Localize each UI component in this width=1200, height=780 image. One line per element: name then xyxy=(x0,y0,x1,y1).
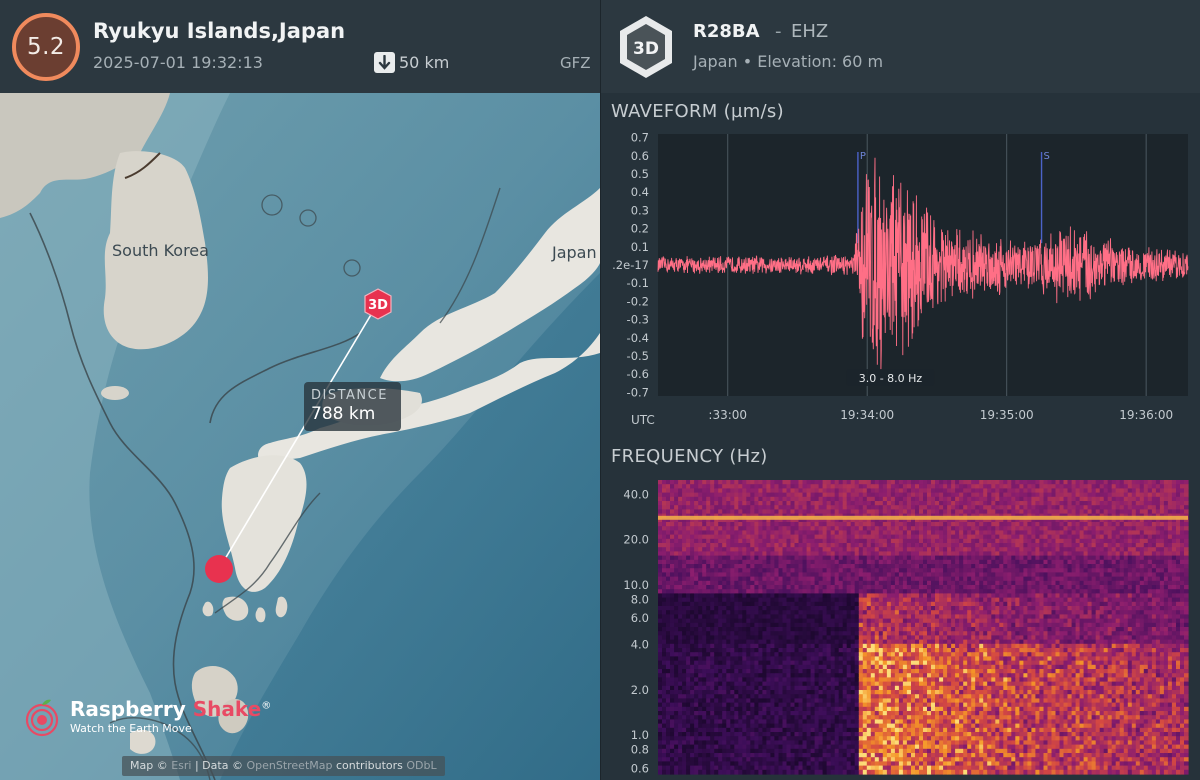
spectrogram-cells xyxy=(658,480,1189,775)
spectrogram-y-tick-label: 0.6 xyxy=(631,761,649,775)
map-label-japan: Japan xyxy=(552,243,597,262)
waveform-y-tick-label: 0.5 xyxy=(631,167,649,181)
waveform-x-tick-label: 19:36:00 xyxy=(1119,408,1173,422)
station-panel: 3D R28BA - EHZ Japan • Elevation: 60 m W… xyxy=(601,0,1200,780)
waveform-y-tick-label: 0.6 xyxy=(631,149,649,163)
spectrogram-y-tick-label: 0.8 xyxy=(631,743,649,757)
station-code: R28BA xyxy=(693,21,760,42)
phase-arrival-label: P xyxy=(860,151,866,162)
waveform-x-tick-label: 19:35:00 xyxy=(980,408,1034,422)
attribution-license-link[interactable]: ODbL xyxy=(406,759,436,772)
waveform-title: WAVEFORM (µm/s) xyxy=(611,101,784,122)
spectrogram-y-tick-label: 4.0 xyxy=(631,638,649,652)
waveform-y-tick-label: -0.5 xyxy=(627,349,649,363)
depth-value: 50 km xyxy=(399,53,450,72)
waveform-utc-label: UTC xyxy=(631,413,655,427)
agency-label: GFZ xyxy=(560,54,591,72)
magnitude-value: 5.2 xyxy=(26,34,66,60)
station-location: Japan • Elevation: 60 m xyxy=(693,52,884,71)
epicenter-marker xyxy=(205,555,233,583)
station-badge-label: 3D xyxy=(633,39,659,59)
waveform-y-tick-label: 0.2 xyxy=(631,222,649,236)
waveform-chart[interactable]: :33:00 19:34:00 19:35:00 19:36:00 UTC 0.7 0.6 0… xyxy=(601,128,1200,428)
spectrogram-y-tick-label: 8.0 xyxy=(631,592,649,606)
attribution-data-link[interactable]: OpenStreetMap xyxy=(246,759,332,772)
waveform-y-tick-label: 0.7 xyxy=(631,131,649,145)
waveform-x-tick-label: 19:34:00 xyxy=(840,408,894,422)
waveform-y-tick-label: -0.2 xyxy=(627,294,649,308)
filter-label: 3.0 - 8.0 Hz xyxy=(859,372,923,385)
waveform-y-tick-label: 0.1 xyxy=(631,240,649,254)
map-canvas: 3D xyxy=(0,93,600,780)
phase-arrival-label: S xyxy=(1044,151,1050,162)
spectrogram-chart[interactable]: 40.0 20.0 10.08.0 6.0 4.0 2.0 1.00.8 0.6 xyxy=(601,474,1200,780)
waveform-y-tick-label: -0.1 xyxy=(627,276,649,290)
attribution-map-link[interactable]: Esri xyxy=(171,759,191,772)
raspberry-shake-logo[interactable]: Raspberry Shake® Watch the Earth Move xyxy=(22,697,271,737)
spectrogram-y-tick-label: 1.0 xyxy=(631,728,649,742)
spectrogram-y-tick-label: 40.0 xyxy=(623,488,649,502)
frequency-title: FREQUENCY (Hz) xyxy=(611,446,768,467)
waveform-y-tick-label: 0.4 xyxy=(631,185,649,199)
station-header: 3D R28BA - EHZ Japan • Elevation: 60 m xyxy=(601,0,1200,93)
waveform-y-tick-label: -0.3 xyxy=(627,313,649,327)
map-view[interactable]: 3D South Korea Japan DISTANCE 788 km xyxy=(0,93,600,780)
raspberry-shake-icon xyxy=(25,699,59,737)
event-panel: 5.2 Ryukyu Islands,Japan 2025-07-01 19:3… xyxy=(0,0,600,780)
event-region: Ryukyu Islands,Japan xyxy=(93,19,346,43)
logo-tagline: Watch the Earth Move xyxy=(70,722,192,735)
waveform-y-tick-label: -0.7 xyxy=(627,385,649,399)
distance-tooltip: DISTANCE 788 km xyxy=(304,382,401,431)
event-datetime: 2025-07-01 19:32:13 xyxy=(93,53,263,72)
logo-name: Raspberry Shake® xyxy=(70,697,272,721)
spectrogram-y-tick-label: 6.0 xyxy=(631,611,649,625)
spectrogram-y-tick-label: 10.0 xyxy=(623,578,649,592)
distance-value: 788 km xyxy=(311,404,376,424)
station-badge: 3D xyxy=(620,16,672,78)
station-marker-label: 3D xyxy=(368,298,388,313)
waveform-y-tick-label: 0.3 xyxy=(631,203,649,217)
map-attribution: Map © Esri | Data © OpenStreetMap contri… xyxy=(122,756,445,776)
spectrogram-y-tick-label: 20.0 xyxy=(623,533,649,547)
depth-arrow-icon xyxy=(374,52,395,73)
waveform-y-tick-label: -0.6 xyxy=(627,367,649,381)
event-header: 5.2 Ryukyu Islands,Japan 2025-07-01 19:3… xyxy=(0,0,600,93)
waveform-y-tick-label: -0.4 xyxy=(627,331,649,345)
persistent-band xyxy=(658,515,1188,520)
waveform-x-tick-label: :33:00 xyxy=(708,408,747,422)
depth-info: 50 km xyxy=(374,52,449,73)
magnitude-badge: 5.2 xyxy=(12,13,80,81)
spectrogram-y-tick-label: 2.0 xyxy=(631,683,649,697)
station-channel: EHZ xyxy=(791,21,829,42)
waveform-y-tick-label: .2e-17 xyxy=(612,258,649,272)
station-separator: - xyxy=(775,21,782,42)
map-label-south-korea: South Korea xyxy=(112,241,209,260)
distance-label: DISTANCE xyxy=(311,388,388,403)
